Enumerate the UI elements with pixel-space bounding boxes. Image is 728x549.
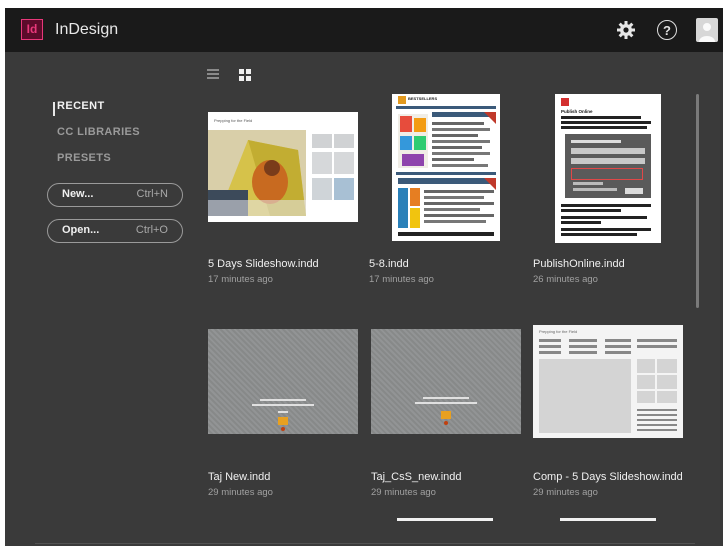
file-thumbnail[interactable]	[371, 329, 521, 434]
file-time: 26 minutes ago	[533, 274, 598, 285]
active-indicator	[53, 102, 55, 116]
file-name[interactable]: Taj New.indd	[208, 471, 270, 483]
app-title: InDesign	[55, 21, 119, 38]
grid-view-icon[interactable]	[239, 68, 253, 82]
file-time: 29 minutes ago	[371, 487, 436, 498]
warning-icon	[278, 417, 288, 425]
sidebar-item-cc-libraries[interactable]: CC LIBRARIES	[57, 126, 140, 138]
indesign-logo-icon: Id	[21, 19, 43, 40]
warning-icon	[441, 411, 451, 419]
sidebar-item-presets[interactable]: PRESETS	[57, 152, 111, 164]
thumb-heading: Publish Online	[561, 109, 593, 114]
list-view-icon[interactable]	[207, 68, 221, 82]
thumb-logo	[398, 96, 406, 104]
new-button-label: New...	[62, 188, 94, 200]
file-time: 29 minutes ago	[208, 487, 273, 498]
file-thumbnail[interactable]	[208, 329, 358, 434]
gear-icon[interactable]	[615, 19, 637, 41]
file-thumbnail[interactable]: BESTSELLERS	[392, 94, 500, 241]
open-button[interactable]: Open... Ctrl+O	[47, 219, 183, 243]
file-thumbnail[interactable]: Prepping for the Field	[533, 325, 683, 438]
user-avatar-icon[interactable]	[696, 18, 718, 42]
file-thumbnail[interactable]: Prepping for the Field	[208, 112, 358, 222]
file-name[interactable]: 5 Days Slideshow.indd	[208, 258, 319, 270]
file-thumbnail[interactable]: Publish Online	[555, 94, 661, 243]
file-name[interactable]: 5-8.indd	[369, 258, 409, 270]
new-button-shortcut: Ctrl+N	[136, 188, 168, 200]
new-button[interactable]: New... Ctrl+N	[47, 183, 183, 207]
file-time: 29 minutes ago	[533, 487, 598, 498]
open-button-label: Open...	[62, 224, 100, 236]
vertical-scrollbar[interactable]	[696, 94, 699, 308]
thumb-heading: Prepping for the Field	[214, 118, 253, 123]
file-name[interactable]: Comp - 5 Days Slideshow.indd	[533, 471, 683, 483]
next-row-thumbnail-stub	[560, 518, 656, 521]
tent-photo	[208, 130, 306, 216]
file-name[interactable]: Taj_CsS_new.indd	[371, 471, 462, 483]
next-row-thumbnail-stub	[397, 518, 493, 521]
sidebar-item-recent[interactable]: RECENT	[57, 100, 105, 112]
title-bar: Id InDesign ?	[5, 8, 723, 52]
thumb-heading: Prepping for the Field	[539, 329, 578, 334]
footer-divider	[35, 543, 695, 544]
start-workspace: Id InDesign ? RECENT CC LIBRARIES PRESET…	[5, 8, 723, 546]
file-time: 17 minutes ago	[208, 274, 273, 285]
file-name[interactable]: PublishOnline.indd	[533, 258, 625, 270]
help-icon[interactable]: ?	[657, 20, 677, 40]
file-time: 17 minutes ago	[369, 274, 434, 285]
thumb-logo	[561, 98, 569, 106]
open-button-shortcut: Ctrl+O	[135, 224, 168, 236]
thumb-heading: BESTSELLERS	[408, 96, 438, 101]
